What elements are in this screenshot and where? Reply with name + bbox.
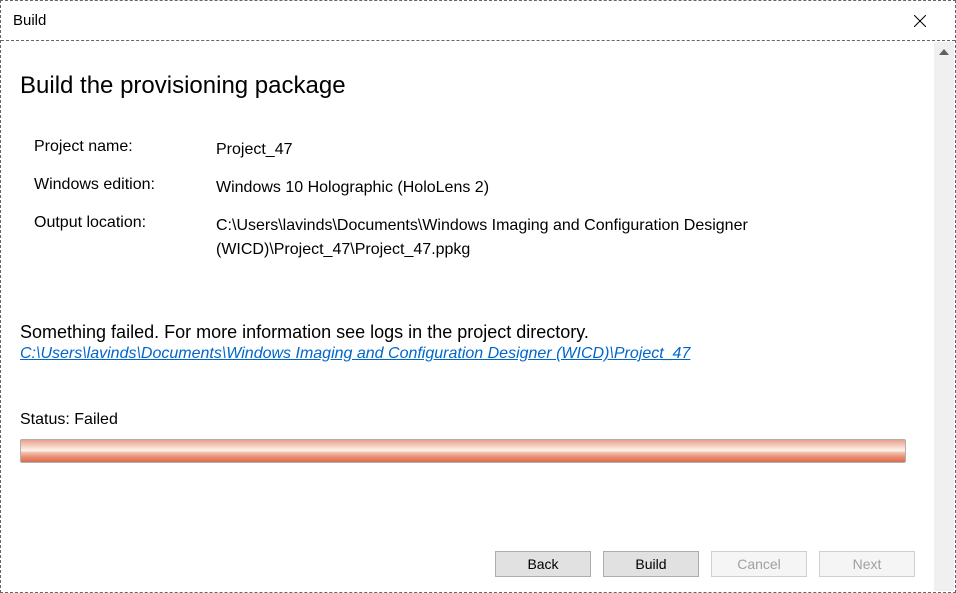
status-line: Status: Failed <box>20 411 915 429</box>
page-heading: Build the provisioning package <box>20 72 915 100</box>
status-value: Failed <box>74 411 118 428</box>
log-directory-link[interactable]: C:\Users\lavinds\Documents\Windows Imagi… <box>20 345 690 363</box>
status-label: Status: <box>20 411 70 428</box>
windows-edition-label: Windows edition: <box>34 176 216 200</box>
row-project-name: Project name: Project_47 <box>34 138 915 162</box>
window-title: Build <box>13 12 46 29</box>
windows-edition-value: Windows 10 Holographic (HoloLens 2) <box>216 176 915 200</box>
project-name-value: Project_47 <box>216 138 915 162</box>
next-button: Next <box>819 551 915 577</box>
back-button[interactable]: Back <box>495 551 591 577</box>
scroll-up-button[interactable] <box>934 42 954 62</box>
info-table: Project name: Project_47 Windows edition… <box>34 138 915 262</box>
build-dialog: Build Build the provisioning package Pro… <box>0 0 956 593</box>
button-row: Back Build Cancel Next <box>495 551 915 577</box>
project-name-label: Project name: <box>34 138 216 162</box>
progress-bar <box>20 439 906 463</box>
close-icon <box>914 15 926 27</box>
content-area: Build the provisioning package Project n… <box>2 42 933 591</box>
output-location-label: Output location: <box>34 214 216 262</box>
build-button[interactable]: Build <box>603 551 699 577</box>
error-message: Something failed. For more information s… <box>20 322 915 343</box>
cancel-button: Cancel <box>711 551 807 577</box>
row-windows-edition: Windows edition: Windows 10 Holographic … <box>34 176 915 200</box>
output-location-value: C:\Users\lavinds\Documents\Windows Imagi… <box>216 214 915 262</box>
titlebar: Build <box>1 1 955 41</box>
chevron-up-icon <box>939 49 949 55</box>
row-output-location: Output location: C:\Users\lavinds\Docume… <box>34 214 915 262</box>
vertical-scrollbar[interactable] <box>934 42 954 591</box>
close-button[interactable] <box>897 6 943 36</box>
